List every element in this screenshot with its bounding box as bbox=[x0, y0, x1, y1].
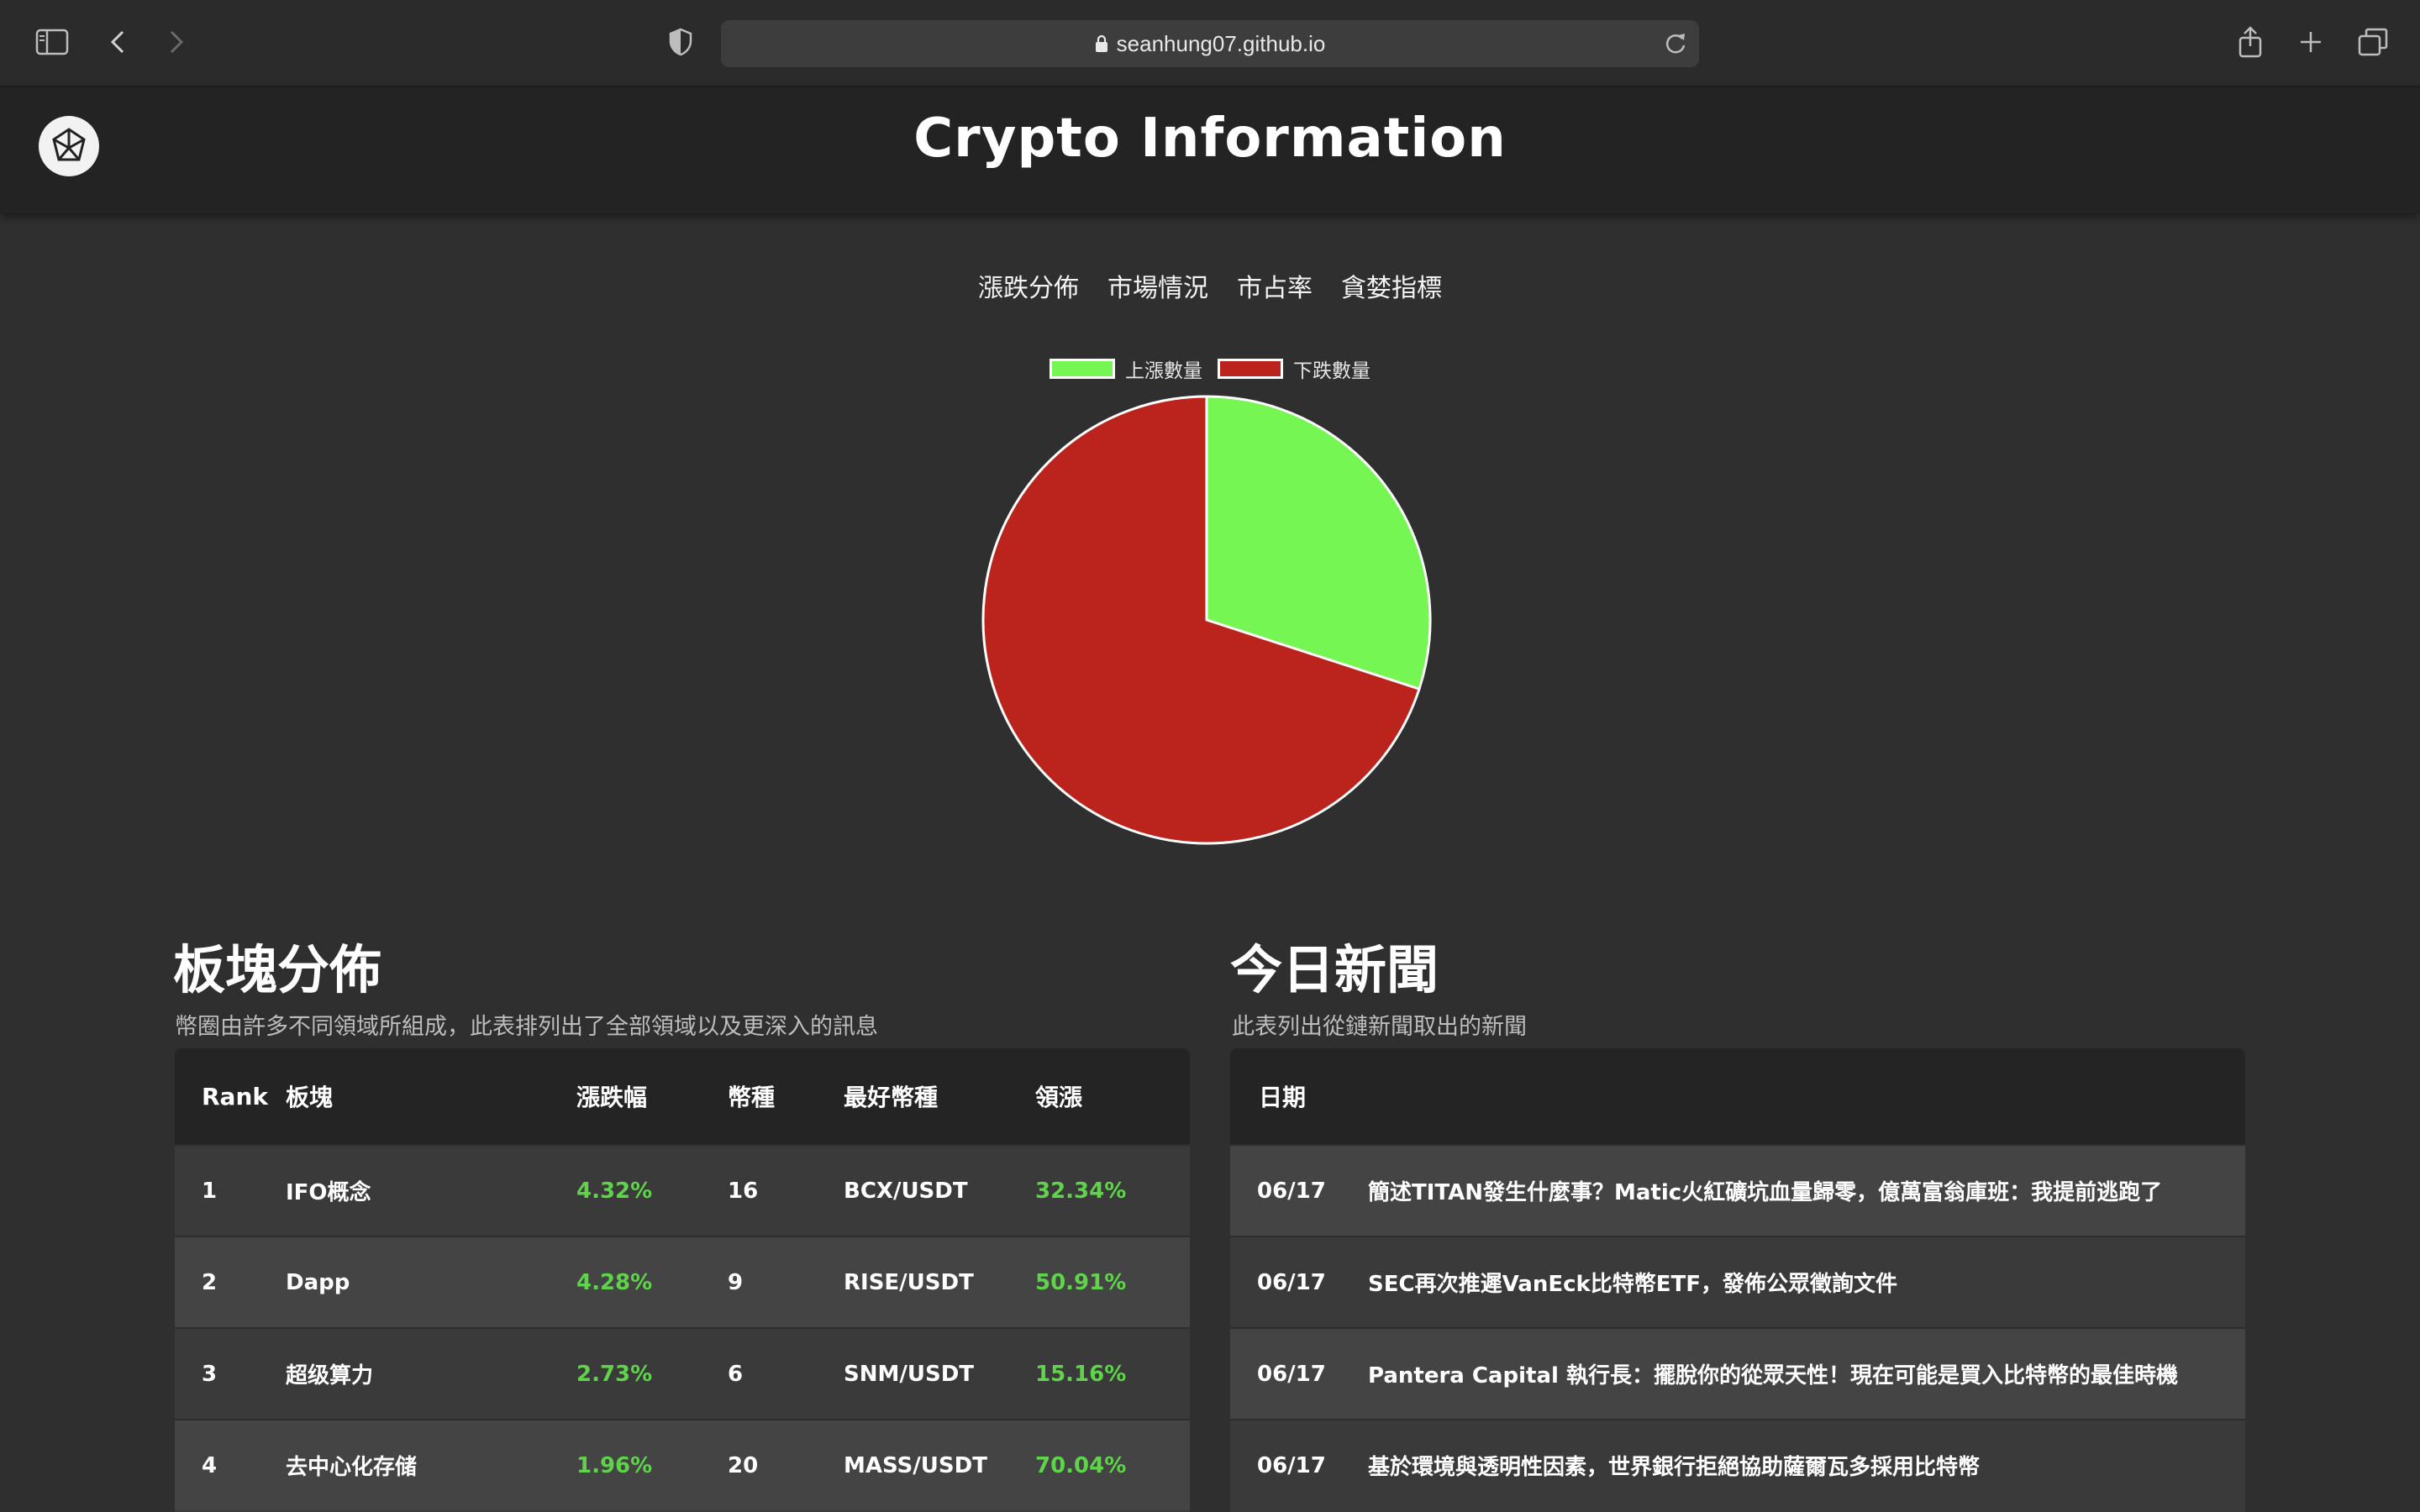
legend-label-rise: 上漲數量 bbox=[1125, 360, 1202, 382]
best-coin-cell: SNM/USDT bbox=[844, 1361, 975, 1387]
site-header: Crypto Information bbox=[0, 87, 2420, 213]
privacy-shield-icon[interactable] bbox=[660, 22, 701, 62]
change-cell: 4.32% bbox=[576, 1178, 653, 1204]
sector-cell: IFO概念 bbox=[286, 1180, 371, 1205]
tab-market-status[interactable]: 市場情況 bbox=[1107, 267, 1208, 304]
tab-overview-icon[interactable] bbox=[2353, 22, 2393, 62]
rank-cell: 4 bbox=[202, 1452, 218, 1478]
legend-swatch-rise bbox=[1050, 359, 1115, 379]
page-title: Crypto Information bbox=[913, 108, 1507, 170]
browser-toolbar: seanhung07.github.io bbox=[0, 0, 2420, 87]
date-cell: 06/17 bbox=[1257, 1178, 1326, 1204]
sectors-table-header: Rank 板塊 漲跌幅 幣種 最好幣種 領漲 bbox=[175, 1048, 1190, 1144]
headline-link[interactable]: 基於環境與透明性因素，世界銀行拒絕協助薩爾瓦多採用比特幣 bbox=[1368, 1450, 1980, 1481]
headline-link[interactable]: Pantera Capital 執行長：擺脫你的從眾天性！現在可能是買入比特幣的… bbox=[1368, 1358, 2178, 1389]
url-text: seanhung07.github.io bbox=[1116, 30, 1326, 56]
forward-icon[interactable] bbox=[156, 22, 197, 62]
rank-cell: 2 bbox=[202, 1269, 218, 1295]
table-row[interactable]: 06/17 簡述TITAN發生什麼事？Matic火紅礦坑血量歸零，億萬富翁庫班：… bbox=[1230, 1144, 2245, 1236]
table-row[interactable]: 06/17 Pantera Capital 執行長：擺脫你的從眾天性！現在可能是… bbox=[1230, 1327, 2245, 1419]
change-cell: 1.96% bbox=[576, 1452, 653, 1478]
rank-cell: 1 bbox=[202, 1178, 218, 1204]
sidebar-toggle-icon[interactable] bbox=[32, 22, 72, 62]
table-row[interactable]: 3 超级算力 2.73% 6 SNM/USDT 15.16% bbox=[175, 1327, 1190, 1419]
sectors-table: Rank 板塊 漲跌幅 幣種 最好幣種 領漲 1 IFO概念 4.32% 16 … bbox=[175, 1048, 1190, 1512]
news-title: 今日新聞 bbox=[1230, 939, 1439, 1000]
coins-cell: 16 bbox=[728, 1178, 759, 1204]
sector-cell: Dapp bbox=[286, 1269, 350, 1295]
lead-cell: 70.04% bbox=[1035, 1452, 1127, 1478]
news-table: 日期 06/17 簡述TITAN發生什麼事？Matic火紅礦坑血量歸零，億萬富翁… bbox=[1230, 1048, 2245, 1512]
pie-chart bbox=[980, 393, 1434, 847]
news-table-header: 日期 bbox=[1230, 1048, 2245, 1144]
best-coin-cell: MASS/USDT bbox=[844, 1452, 987, 1478]
change-cell: 4.28% bbox=[576, 1269, 653, 1295]
best-coin-cell: RISE/USDT bbox=[844, 1269, 974, 1295]
col-rank: Rank bbox=[202, 1082, 269, 1110]
headline-link[interactable]: SEC再次推遲VanEck比特幣ETF，發佈公眾徵詢文件 bbox=[1368, 1267, 1897, 1298]
lead-cell: 32.34% bbox=[1035, 1178, 1127, 1204]
table-row[interactable]: 1 IFO概念 4.32% 16 BCX/USDT 32.34% bbox=[175, 1144, 1190, 1236]
sector-cell: 超级算力 bbox=[286, 1363, 374, 1389]
back-icon[interactable] bbox=[97, 22, 138, 62]
col-sector: 板塊 bbox=[286, 1084, 334, 1111]
rank-cell: 3 bbox=[202, 1361, 218, 1387]
new-tab-icon[interactable] bbox=[2291, 22, 2331, 62]
address-bar[interactable]: seanhung07.github.io bbox=[721, 20, 1699, 67]
sector-cell: 去中心化存储 bbox=[286, 1455, 418, 1480]
table-row[interactable]: 4 去中心化存储 1.96% 20 MASS/USDT 70.04% bbox=[175, 1419, 1190, 1510]
date-cell: 06/17 bbox=[1257, 1361, 1326, 1387]
legend-item-rise[interactable]: 上漲數量 bbox=[1050, 354, 1202, 383]
table-row[interactable]: 06/17 基於環境與透明性因素，世界銀行拒絕協助薩爾瓦多採用比特幣 bbox=[1230, 1419, 2245, 1510]
tab-greed-index[interactable]: 貪婪指標 bbox=[1341, 267, 1442, 304]
coins-cell: 9 bbox=[728, 1269, 744, 1295]
date-cell: 06/17 bbox=[1257, 1452, 1326, 1478]
news-subtitle: 此表列出從鏈新聞取出的新聞 bbox=[1232, 1014, 1527, 1040]
lead-cell: 15.16% bbox=[1035, 1361, 1127, 1387]
coins-cell: 6 bbox=[728, 1361, 744, 1387]
table-row[interactable]: 2 Dapp 4.28% 9 RISE/USDT 50.91% bbox=[175, 1236, 1190, 1327]
date-cell: 06/17 bbox=[1257, 1269, 1326, 1295]
tab-market-share[interactable]: 市占率 bbox=[1237, 267, 1313, 304]
sectors-subtitle: 幣圈由許多不同領域所組成，此表排列出了全部領域以及更深入的訊息 bbox=[175, 1014, 878, 1040]
tab-rise-fall-distribution[interactable]: 漲跌分佈 bbox=[978, 267, 1079, 304]
legend-label-fall: 下跌數量 bbox=[1293, 360, 1370, 382]
col-coins: 幣種 bbox=[728, 1084, 776, 1111]
headline-link[interactable]: 簡述TITAN發生什麼事？Matic火紅礦坑血量歸零，億萬富翁庫班：我提前逃跑了 bbox=[1368, 1175, 2162, 1206]
table-row[interactable]: 06/17 SEC再次推遲VanEck比特幣ETF，發佈公眾徵詢文件 bbox=[1230, 1236, 2245, 1327]
sectors-title: 板塊分佈 bbox=[173, 939, 382, 1000]
reload-icon[interactable] bbox=[1664, 30, 1687, 59]
chart-legend: 上漲數量 下跌數量 bbox=[0, 354, 2420, 383]
pie-chart-svg bbox=[981, 395, 1432, 845]
chart-tabs: 漲跌分佈 市場情況 市占率 貪婪指標 bbox=[0, 267, 2420, 304]
col-lead: 領漲 bbox=[1035, 1084, 1083, 1111]
legend-item-fall[interactable]: 下跌數量 bbox=[1218, 354, 1370, 383]
legend-swatch-fall bbox=[1218, 359, 1283, 379]
col-best-coin: 最好幣種 bbox=[844, 1084, 939, 1111]
col-change: 漲跌幅 bbox=[576, 1084, 648, 1111]
col-date: 日期 bbox=[1259, 1084, 1307, 1111]
lock-icon bbox=[1095, 34, 1108, 53]
coins-cell: 20 bbox=[728, 1452, 759, 1478]
best-coin-cell: BCX/USDT bbox=[844, 1178, 968, 1204]
lead-cell: 50.91% bbox=[1035, 1269, 1127, 1295]
share-icon[interactable] bbox=[2230, 22, 2270, 62]
change-cell: 2.73% bbox=[576, 1361, 653, 1387]
